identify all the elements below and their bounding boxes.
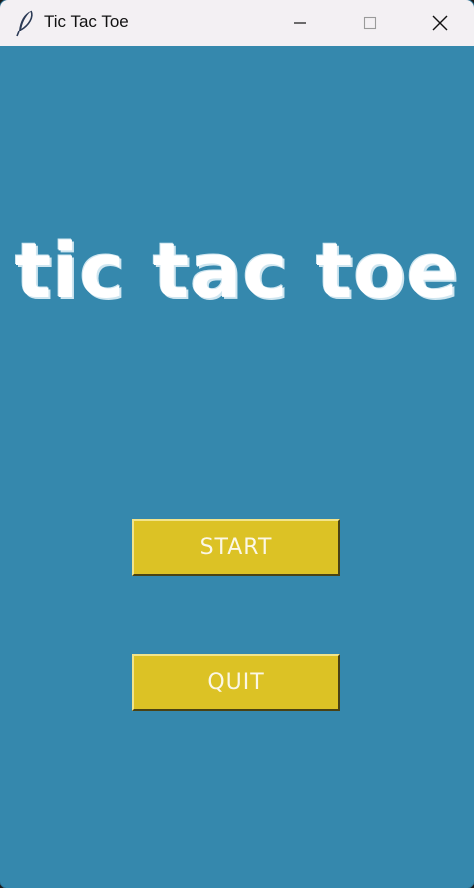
title-bar[interactable]: Tic Tac Toe (0, 0, 474, 46)
close-button[interactable] (410, 0, 470, 46)
feather-icon (16, 10, 33, 37)
game-title: tic tac toe (14, 226, 460, 315)
close-icon (432, 15, 448, 31)
start-button-label: START (199, 535, 273, 560)
app-window: Tic Tac Toe tic tac toe START QUIT (0, 0, 474, 888)
game-canvas: tic tac toe START QUIT (0, 46, 474, 888)
quit-button-label: QUIT (207, 670, 265, 695)
quit-button[interactable]: QUIT (132, 654, 340, 711)
maximize-icon (363, 16, 377, 30)
minimize-button[interactable] (270, 0, 330, 46)
window-title: Tic Tac Toe (44, 12, 129, 31)
minimize-icon (294, 22, 306, 24)
start-button[interactable]: START (132, 519, 340, 576)
maximize-button[interactable] (340, 0, 400, 46)
